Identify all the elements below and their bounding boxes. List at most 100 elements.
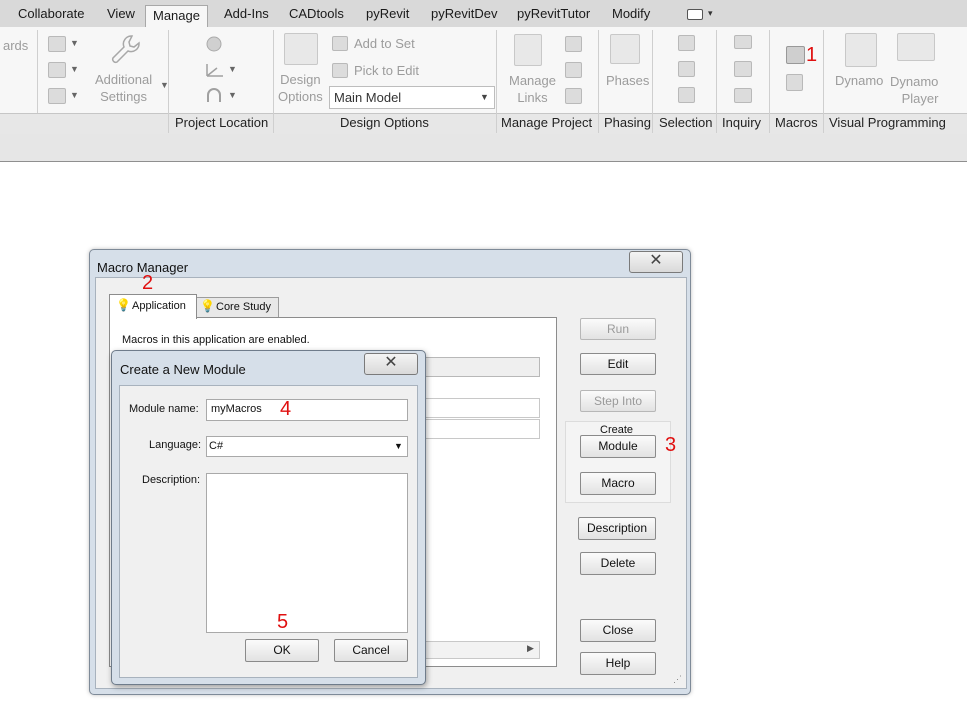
language-dropdown[interactable]: C# ▼ xyxy=(206,436,408,457)
position-icon[interactable] xyxy=(205,88,223,104)
tab-pyrevittutor[interactable]: pyRevitTutor xyxy=(517,6,590,21)
close-button[interactable]: Close xyxy=(580,619,656,642)
close-icon[interactable]: ✕ xyxy=(629,251,683,273)
transfer-standards-icon[interactable] xyxy=(48,88,66,104)
tab-add-ins[interactable]: Add-Ins xyxy=(224,6,269,21)
tab-cadtools[interactable]: CADtools xyxy=(289,6,344,21)
globe-icon[interactable] xyxy=(205,35,223,53)
select-by-id-icon[interactable] xyxy=(734,61,752,77)
cancel-button[interactable]: Cancel xyxy=(334,639,408,662)
panel-macros: Macros xyxy=(775,115,818,130)
pick-to-edit-button[interactable]: Pick to Edit xyxy=(354,63,419,78)
close-icon[interactable]: ✕ xyxy=(364,353,418,375)
save-selection-icon[interactable] xyxy=(678,35,695,51)
horizontal-scrollbar[interactable]: ▶ xyxy=(410,641,540,659)
design-options-button[interactable]: Design Options xyxy=(278,71,323,105)
lightbulb-icon: 💡 xyxy=(200,299,215,313)
add-to-set-icon[interactable] xyxy=(332,36,348,51)
chevron-down-icon: ▼ xyxy=(70,38,79,48)
dialog-title: Create a New Module xyxy=(120,362,246,377)
panel-project-location: Project Location xyxy=(175,115,269,130)
macro-manager-icon[interactable] xyxy=(786,46,805,64)
phases-button[interactable]: Phases xyxy=(606,73,649,88)
module-name-field[interactable]: myMacros xyxy=(206,399,408,421)
delete-button[interactable]: Delete xyxy=(580,552,656,575)
panel-phasing: Phasing xyxy=(604,115,651,130)
description-label: Description: xyxy=(142,474,201,486)
pick-to-edit-icon[interactable] xyxy=(332,63,348,78)
dynamo-button[interactable]: Dynamo xyxy=(835,73,883,88)
tab-application-label: Application xyxy=(132,300,186,312)
language-value: C# xyxy=(209,440,224,452)
macro-list-row[interactable] xyxy=(410,419,540,439)
coordinates-icon[interactable] xyxy=(205,62,225,78)
manage-links-icon[interactable] xyxy=(514,34,542,66)
additional-settings-button[interactable]: Additional Settings xyxy=(95,71,152,105)
lightbulb-icon: 💡 xyxy=(116,298,131,312)
chevron-down-icon: ▼ xyxy=(70,64,79,74)
annotation-2: 2 xyxy=(142,272,154,294)
edit-button[interactable]: Edit xyxy=(580,353,656,375)
design-options-icon[interactable] xyxy=(284,33,318,65)
language-label: Language: xyxy=(149,439,201,451)
project-units-icon[interactable] xyxy=(48,36,66,52)
tab-application[interactable]: 💡 Application xyxy=(109,294,197,319)
chevron-down-icon: ▼ xyxy=(228,64,237,74)
tab-collaborate[interactable]: Collaborate xyxy=(18,6,85,21)
chevron-down-icon: ▼ xyxy=(394,441,403,451)
scroll-right-icon[interactable]: ▶ xyxy=(527,643,534,654)
manage-links-button[interactable]: Manage Links xyxy=(509,72,556,106)
macro-list-header xyxy=(410,357,540,377)
starting-view-icon[interactable] xyxy=(565,88,582,104)
help-button[interactable]: Help xyxy=(580,652,656,675)
load-selection-icon[interactable] xyxy=(678,61,695,77)
annotation-3: 3 xyxy=(665,434,677,456)
macro-button[interactable]: Macro xyxy=(580,472,656,495)
tab-pyrevitdev[interactable]: pyRevitDev xyxy=(431,6,497,21)
panel-visual-programming: Visual Programming xyxy=(829,115,946,130)
description-button[interactable]: Description xyxy=(578,517,656,540)
chevron-down-icon: ▼ xyxy=(480,92,489,102)
dynamo-player-icon[interactable] xyxy=(897,33,935,61)
dynamo-icon[interactable] xyxy=(845,33,877,67)
module-button[interactable]: Module xyxy=(580,435,656,458)
panel-selection: Selection xyxy=(659,115,713,130)
tab-pyrevit[interactable]: pyRevit xyxy=(366,6,409,21)
wrench-icon[interactable] xyxy=(108,32,142,68)
ids-of-selection-icon[interactable] xyxy=(734,35,752,49)
module-name-label: Module name: xyxy=(129,403,199,415)
panel-inquiry: Inquiry xyxy=(722,115,762,130)
add-to-set-button[interactable]: Add to Set xyxy=(354,36,415,51)
ribbon-minimize-icon[interactable] xyxy=(687,9,703,20)
chevron-down-icon: ▼ xyxy=(228,90,237,100)
dynamo-player-button[interactable]: Dynamo Player xyxy=(890,73,938,107)
run-button[interactable]: Run xyxy=(580,318,656,340)
macros-enabled-text: Macros in this application are enabled. xyxy=(122,334,310,346)
tab-core-study[interactable]: 💡 Core Study xyxy=(195,297,279,318)
tab-core-study-label: Core Study xyxy=(216,301,272,313)
main-model-dropdown[interactable]: Main Model ▼ xyxy=(329,86,495,109)
tab-modify[interactable]: Modify xyxy=(612,6,650,21)
step-into-button[interactable]: Step Into xyxy=(580,390,656,412)
description-textarea[interactable] xyxy=(206,473,408,633)
chevron-down-icon[interactable]: ▾ xyxy=(708,8,713,19)
main-model-value: Main Model xyxy=(334,90,402,105)
chevron-down-icon: ▼ xyxy=(70,90,79,100)
annotation-1: 1 xyxy=(806,44,818,66)
warnings-icon[interactable] xyxy=(734,88,752,103)
resize-grip-icon[interactable]: ⋰ xyxy=(673,674,682,685)
panel-manage-project: Manage Project xyxy=(501,115,593,130)
macro-list-row[interactable] xyxy=(410,398,540,418)
decal-types-icon[interactable] xyxy=(565,62,582,78)
module-name-value: myMacros xyxy=(211,403,262,415)
ribbon-panel-bar xyxy=(0,113,967,135)
ok-button[interactable]: OK xyxy=(245,639,319,662)
dialog-client-area: Module name: myMacros 4 Language: C# ▼ D… xyxy=(119,385,418,678)
tab-manage[interactable]: Manage xyxy=(145,5,208,29)
edit-selection-icon[interactable] xyxy=(678,87,695,103)
shared-parameters-icon[interactable] xyxy=(48,62,66,78)
manage-images-icon[interactable] xyxy=(565,36,582,52)
tab-view[interactable]: View xyxy=(107,6,135,21)
phases-icon[interactable] xyxy=(610,34,640,64)
macro-security-icon[interactable] xyxy=(786,74,803,91)
